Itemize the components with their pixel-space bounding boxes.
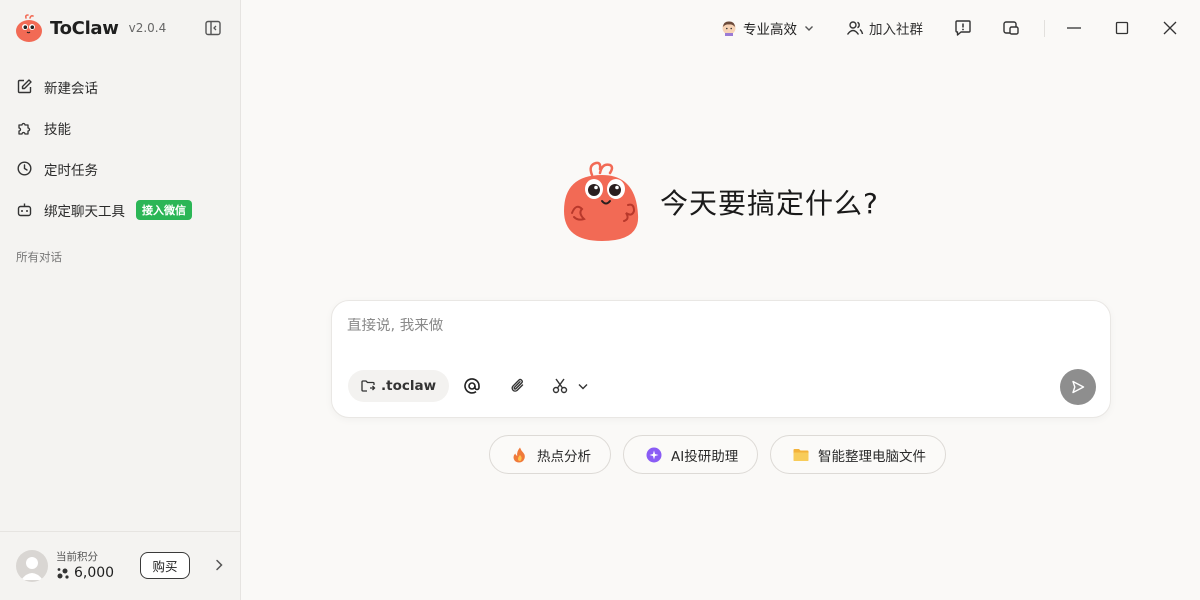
chevron-right-icon[interactable] xyxy=(212,558,226,572)
folder-icon xyxy=(793,448,809,461)
join-community-button[interactable]: 加入社群 xyxy=(846,17,923,39)
users-icon xyxy=(846,21,864,35)
points-display: 6,000 xyxy=(56,565,114,581)
chevron-down-icon xyxy=(805,26,813,31)
wechat-badge[interactable]: 接入微信 xyxy=(136,199,192,220)
toclaw-mascot-icon xyxy=(564,161,639,241)
version-label: v2.0.4 xyxy=(128,21,167,35)
prompt-input[interactable] xyxy=(347,318,1047,334)
brand: ToClaw v2.0.4 xyxy=(14,13,166,43)
minimize-icon[interactable] xyxy=(1064,18,1084,38)
quick-action-hot-topics[interactable]: 热点分析 xyxy=(489,435,611,474)
ai-sparkle-icon xyxy=(646,447,662,462)
composer: .toclaw xyxy=(331,300,1111,418)
brand-name: ToClaw xyxy=(50,17,119,39)
puzzle-icon xyxy=(18,122,31,135)
mention-icon[interactable] xyxy=(462,376,482,396)
chevron-down-icon[interactable] xyxy=(576,376,590,396)
community-label: 加入社群 xyxy=(869,22,923,38)
window-switch-icon[interactable] xyxy=(1001,18,1021,38)
quick-action-organize-files[interactable]: 智能整理电脑文件 xyxy=(770,435,946,474)
close-icon[interactable] xyxy=(1160,18,1180,38)
sidebar-item-label: 技能 xyxy=(44,121,71,138)
maximize-icon[interactable] xyxy=(1112,18,1132,38)
quick-action-label: 智能整理电脑文件 xyxy=(818,448,926,465)
folder-link-icon xyxy=(361,380,376,392)
user-avatar-icon xyxy=(21,557,43,580)
sidebar-footer: 当前积分 6,000 购买 xyxy=(0,531,240,600)
quick-action-ai-research[interactable]: AI投研助理 xyxy=(623,435,759,474)
all-conversations-label: 所有对话 xyxy=(16,250,62,264)
page-title: 今天要搞定什么? xyxy=(660,187,879,220)
sidebar-item-scheduled-tasks[interactable]: 定时任务 xyxy=(0,148,240,189)
points-icon xyxy=(57,568,69,579)
mode-label: 专业高效 xyxy=(743,22,797,38)
sidebar-item-label: 新建会话 xyxy=(44,80,98,97)
sidebar-item-label: 定时任务 xyxy=(44,162,98,179)
toclaw-logo-icon xyxy=(16,14,42,42)
collapse-sidebar-icon[interactable] xyxy=(204,19,222,37)
scissors-icon[interactable] xyxy=(550,376,570,396)
user-emoji-icon xyxy=(722,21,736,36)
sidebar-item-bind-chat-tools[interactable]: 绑定聊天工具 接入微信 xyxy=(0,189,240,230)
points-label: 当前积分 xyxy=(56,551,98,563)
main-area: 专业高效 加入社群 今天要搞定什么? 直接说, 我来做 .toclaw 热点分析… xyxy=(241,0,1200,600)
quick-action-label: 热点分析 xyxy=(537,448,591,465)
avatar[interactable] xyxy=(16,550,48,582)
folder-chip[interactable]: .toclaw xyxy=(348,370,450,402)
quick-action-label: AI投研助理 xyxy=(671,448,739,465)
hero: 今天要搞定什么? xyxy=(554,159,879,245)
send-button[interactable] xyxy=(1060,369,1096,405)
clock-icon xyxy=(17,161,32,176)
sidebar: ToClaw v2.0.4 新建会话 技能 定时任务 绑定聊天工具 接入微信 所… xyxy=(0,0,241,600)
robot-icon xyxy=(17,203,32,217)
points-value: 6,000 xyxy=(74,565,115,581)
fire-icon xyxy=(513,447,525,462)
sidebar-item-new-chat[interactable]: 新建会话 xyxy=(0,66,240,107)
sidebar-nav: 新建会话 技能 定时任务 绑定聊天工具 接入微信 xyxy=(0,66,240,230)
sidebar-item-skills[interactable]: 技能 xyxy=(0,107,240,148)
send-icon xyxy=(1072,380,1085,394)
attachment-icon[interactable] xyxy=(508,376,528,396)
toolbar-divider xyxy=(1044,20,1045,37)
sidebar-item-label: 绑定聊天工具 xyxy=(44,203,125,220)
folder-chip-label: .toclaw xyxy=(381,378,437,394)
buy-button[interactable]: 购买 xyxy=(140,552,190,579)
feedback-icon[interactable] xyxy=(953,18,973,38)
edit-icon xyxy=(17,79,32,94)
mode-selector[interactable]: 专业高效 xyxy=(721,17,815,39)
